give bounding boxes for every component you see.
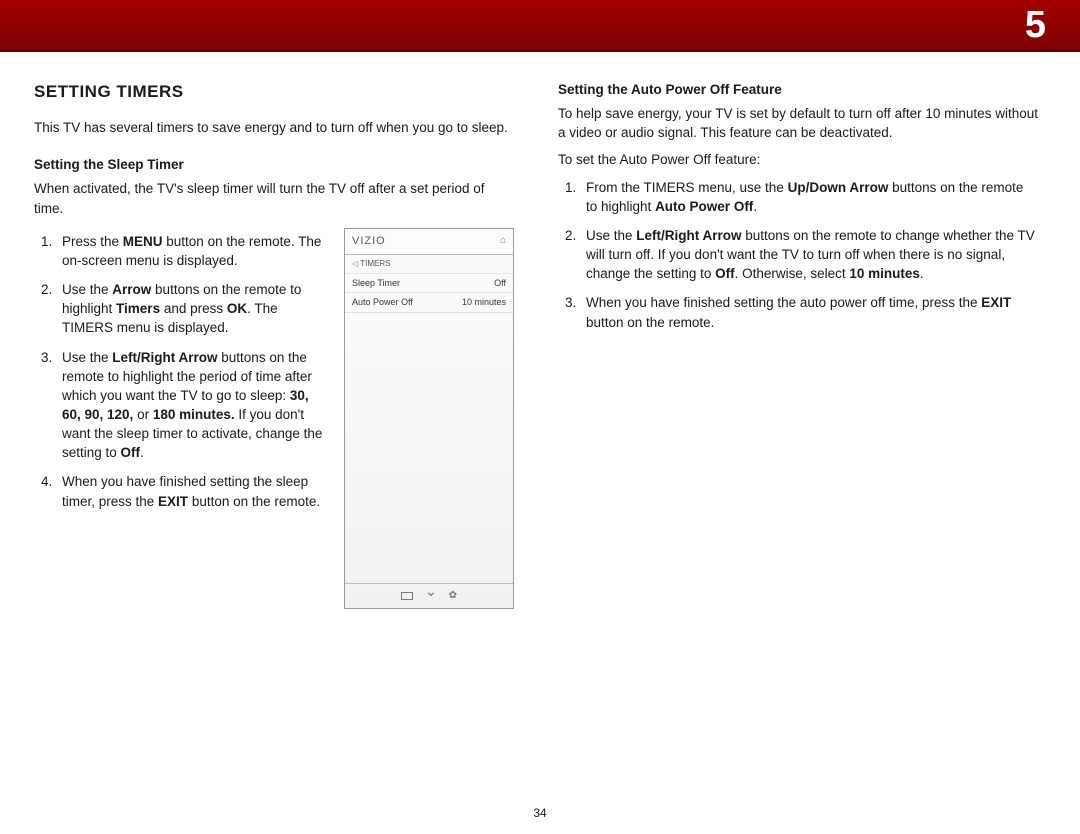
home-icon: ⌂ — [500, 234, 506, 248]
tv-menu-title: TIMERS — [352, 258, 390, 269]
auto-lead: To set the Auto Power Off feature: — [558, 150, 1038, 169]
sleep-step-3: Use the Left/Right Arrow buttons on the … — [56, 348, 328, 463]
wide-icon — [401, 592, 413, 600]
chapter-number: 5 — [1025, 4, 1046, 47]
tv-logo: VIZIO — [352, 234, 386, 250]
section-heading: SETTING TIMERS — [34, 80, 514, 104]
sleep-steps: Press the MENU button on the remote. The… — [34, 232, 328, 521]
section-intro: This TV has several timers to save energ… — [34, 118, 514, 137]
auto-intro: To help save energy, your TV is set by d… — [558, 104, 1038, 142]
sleep-step-4: When you have finished setting the sleep… — [56, 472, 328, 510]
tv-menu-header: VIZIO ⌂ — [345, 229, 513, 256]
tv-row-value: Off — [494, 277, 506, 290]
sleep-intro: When activated, the TV's sleep timer wil… — [34, 179, 514, 217]
right-column: Setting the Auto Power Off Feature To he… — [558, 80, 1038, 609]
auto-step-1: From the TIMERS menu, use the Up/Down Ar… — [580, 178, 1038, 216]
tv-row-label: Sleep Timer — [352, 277, 400, 290]
gear-icon — [449, 589, 457, 603]
chevron-down-icon — [425, 589, 437, 603]
chapter-header: 5 — [0, 0, 1080, 52]
auto-heading: Setting the Auto Power Off Feature — [558, 80, 1038, 99]
tv-row-value: 10 minutes — [462, 296, 506, 309]
tv-menu-row-sleep: Sleep Timer Off — [345, 274, 513, 294]
auto-step-3: When you have finished setting the auto … — [580, 293, 1038, 331]
auto-steps: From the TIMERS menu, use the Up/Down Ar… — [558, 178, 1038, 332]
sleep-steps-with-graphic: Press the MENU button on the remote. The… — [34, 226, 514, 610]
sleep-step-2: Use the Arrow buttons on the remote to h… — [56, 280, 328, 337]
page-number: 34 — [0, 806, 1080, 820]
tv-menu-title-row: TIMERS — [345, 255, 513, 273]
auto-step-2: Use the Left/Right Arrow buttons on the … — [580, 226, 1038, 283]
tv-menu-footer — [345, 583, 513, 608]
sleep-step-1: Press the MENU button on the remote. The… — [56, 232, 328, 270]
sleep-heading: Setting the Sleep Timer — [34, 155, 514, 174]
tv-menu-row-autopower: Auto Power Off 10 minutes — [345, 293, 513, 313]
tv-row-label: Auto Power Off — [352, 296, 413, 309]
left-column: SETTING TIMERS This TV has several timer… — [34, 80, 514, 609]
page-content: SETTING TIMERS This TV has several timer… — [0, 52, 1080, 609]
tv-menu-spacer — [345, 313, 513, 583]
tv-menu-graphic: VIZIO ⌂ TIMERS Sleep Timer Off Auto Powe… — [344, 228, 514, 610]
